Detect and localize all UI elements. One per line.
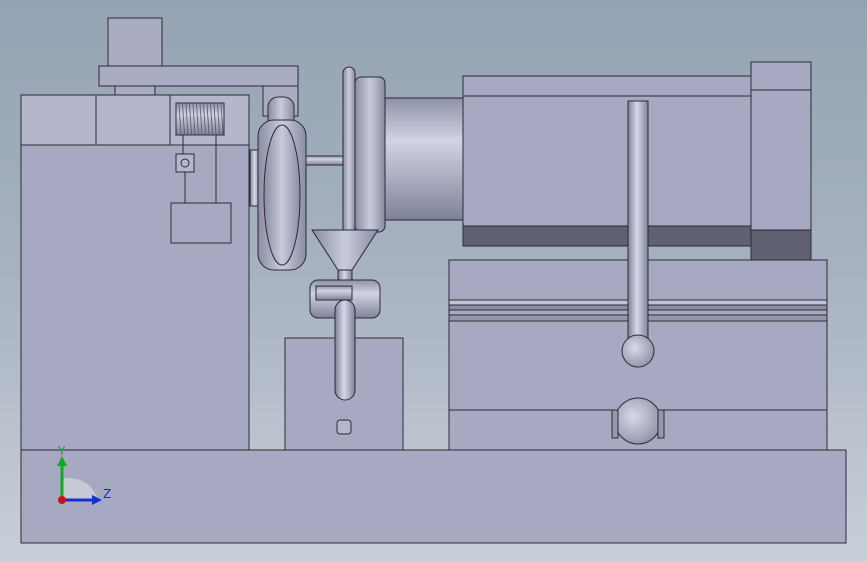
head-housing [462,75,754,247]
axis-z-label: Z [103,487,111,501]
flange-disc [342,66,356,243]
machine-drawing: Y Z [20,17,847,544]
vertical-lever [627,100,649,342]
top-bracket [98,65,299,87]
main-drum [384,97,466,221]
cad-viewport[interactable]: Y Z [0,0,867,562]
lower-knob [614,397,662,445]
lever-knob [621,334,655,368]
head-shadow [462,225,754,247]
base-plate [20,449,847,544]
axis-y-label: Y [57,444,66,458]
spring-coil [175,102,225,136]
counterweight [170,202,232,244]
left-frame [20,144,250,451]
small-bracket [175,153,195,173]
funnel [311,229,379,271]
feed-tube [334,299,356,401]
